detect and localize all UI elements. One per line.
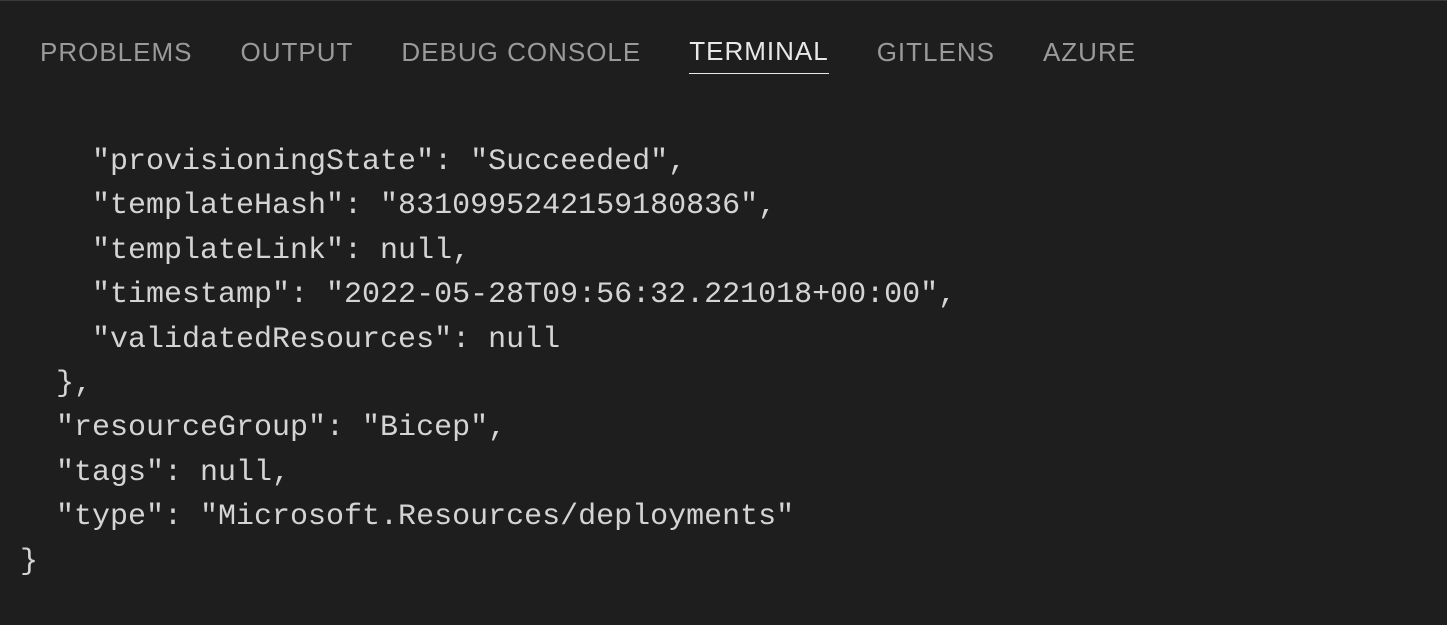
terminal-line: "resourceGroup": "Bicep",	[20, 406, 1427, 450]
tab-terminal[interactable]: TERMINAL	[689, 36, 828, 74]
tab-azure[interactable]: AZURE	[1043, 37, 1136, 74]
terminal-line: "provisioningState": "Succeeded",	[20, 140, 1427, 184]
tab-debug-console[interactable]: DEBUG CONSOLE	[401, 37, 641, 74]
terminal-line: "timestamp": "2022-05-28T09:56:32.221018…	[20, 273, 1427, 317]
tab-problems[interactable]: PROBLEMS	[40, 37, 193, 74]
terminal-line: "validatedResources": null	[20, 318, 1427, 362]
terminal-line: },	[20, 362, 1427, 406]
panel-tab-bar: PROBLEMS OUTPUT DEBUG CONSOLE TERMINAL G…	[0, 6, 1447, 92]
terminal-line: "templateHash": "8310995242159180836",	[20, 184, 1427, 228]
terminal-line: "templateLink": null,	[20, 229, 1427, 273]
tab-output[interactable]: OUTPUT	[241, 37, 354, 74]
terminal-line: "type": "Microsoft.Resources/deployments…	[20, 495, 1427, 539]
terminal-line: }	[20, 540, 1427, 584]
tab-gitlens[interactable]: GITLENS	[877, 37, 995, 74]
terminal-output[interactable]: "provisioningState": "Succeeded", "templ…	[0, 92, 1447, 584]
terminal-line: "tags": null,	[20, 451, 1427, 495]
